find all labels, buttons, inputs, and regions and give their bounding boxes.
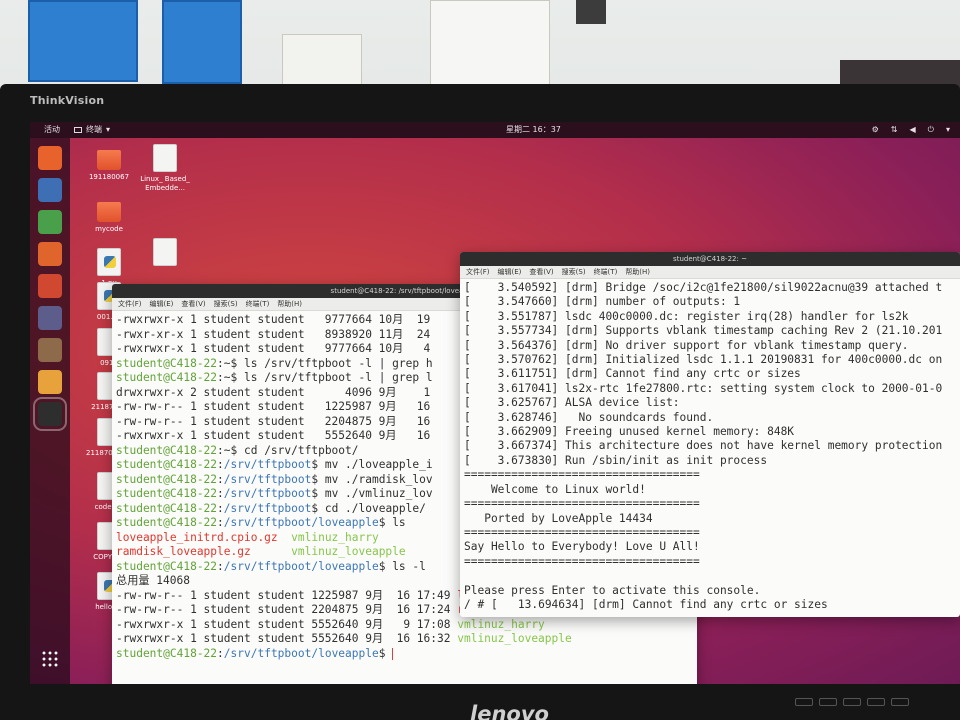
dock [30,138,70,684]
terminal-line: -rwxrwxr-x 1 student student 5552640 9月 … [116,632,572,645]
power-icon[interactable]: ⏻ [928,122,934,138]
desktop-icon-folder[interactable]: mycode [74,196,144,234]
monitor-buttons[interactable] [795,698,960,710]
terminal-titlebar[interactable]: student@C418-22: ~ [460,252,960,266]
terminal-line: [ 3.547660] [drm] number of outputs: 1 [464,295,741,309]
terminal-line: Welcome to Linux world! [464,482,646,496]
terminal-line: [ 3.557734] [drm] Supports vblank timest… [464,324,943,338]
app-menu-label: 终端 [86,125,102,134]
top-bar: 活动 终端 ▾ 星期二 16：37 ⚙ ⇅ ◀ ⏻ ▾ [30,122,960,138]
terminal-menu-item[interactable]: 终端(T) [594,266,618,278]
terminal-line: =================================== [464,497,700,511]
terminal-menu-item[interactable]: 帮助(H) [625,266,650,278]
system-monitor-icon[interactable] [38,306,62,330]
terminal-line: [ 3.551787] lsdc 400c0000.dc: register i… [464,309,909,323]
monitor-button[interactable] [891,698,909,706]
terminal-menu-item[interactable]: 帮助(H) [277,298,302,310]
accessibility-icon[interactable]: ⚙ [872,122,879,138]
terminal-line: student@C418-22:/srv/tftpboot/loveapple$ [116,646,394,660]
document-icon[interactable] [38,178,62,202]
terminal-line: Ported by LoveApple 14434 [464,511,653,525]
desktop-icon-label: Linux_ Based_ Embedde... [140,175,190,192]
terminal-small-icon [74,127,82,133]
settings-icon[interactable] [38,274,62,298]
wall-cabinet [282,34,362,86]
terminal-line: [ 3.570762] [drm] Initialized lsdc 1.1.1… [464,353,943,367]
monitor-brand-top: ThinkVision [30,94,105,107]
system-tray[interactable]: ⚙ ⇅ ◀ ⏻ ▾ [872,122,950,138]
terminal-menu-item[interactable]: 查看(V) [181,298,205,310]
desktop-screen: 活动 终端 ▾ 星期二 16：37 ⚙ ⇅ ◀ ⏻ ▾ 191180067 Lin… [30,122,960,684]
terminal-menu-item[interactable]: 编辑(E) [498,266,522,278]
terminal-line: [ 3.628746] No soundcards found. [464,410,714,424]
terminal-menu-item[interactable]: 文件(F) [466,266,490,278]
folder-icon [97,150,121,170]
terminal-line: [ 3.617041] ls2x-rtc 1fe27800.rtc: setti… [464,381,943,395]
desktop-icon-doc[interactable]: Linux_ Based_ Embedde... [130,144,200,193]
terminal-menu-item[interactable]: 查看(V) [529,266,553,278]
firefox-icon[interactable] [38,146,62,170]
terminal-line: =================================== [464,525,700,539]
wall-speaker [576,0,606,24]
software-center-icon[interactable] [38,242,62,266]
terminal-line: Say Hello to Everybody! Love U All! [464,540,700,554]
terminal-line: [ 3.611751] [drm] Cannot find any crtc o… [464,367,801,381]
terminal-line: [ 3.625767] ALSA device list: [464,396,680,410]
terminal-menubar: 文件(F) 编辑(E) 查看(V) 搜索(S) 终端(T) 帮助(H) [460,266,960,279]
terminal-menu-item[interactable]: 搜索(S) [214,298,238,310]
show-applications-icon[interactable] [41,650,59,668]
chevron-down-icon[interactable]: ▾ [946,122,950,138]
folder-icon [97,202,121,222]
file-icon [153,238,177,266]
network-icon[interactable]: ⇅ [891,122,898,138]
terminal-line: [ 3.540592] [drm] Bridge /soc/i2c@1fe218… [464,281,943,294]
text-cursor [392,647,394,660]
wall-poster [28,0,138,82]
monitor-brand-bottom: lenovo [470,702,549,720]
terminal-output[interactable]: [ 3.540592] [drm] Bridge /soc/i2c@1fe218… [460,279,960,612]
desktop-icon-label: mycode [95,225,123,233]
terminal-menu-item[interactable]: 搜索(S) [562,266,586,278]
monitor-button[interactable] [843,698,861,706]
monitor-button[interactable] [795,698,813,706]
activities-button[interactable]: 活动 [44,122,60,138]
terminal-line: [ 3.662909] Freeing unused kernel memory… [464,425,795,439]
terminal-menu-item[interactable]: 文件(F) [118,298,142,310]
terminal-line: =================================== [464,468,700,482]
files-icon[interactable] [38,338,62,362]
wall-pillar [430,0,550,90]
terminal-window-serial-console[interactable]: student@C418-22: ~ 文件(F) 编辑(E) 查看(V) 搜索(S) 终… [460,252,960,617]
terminal-icon[interactable] [33,397,67,431]
terminal-line: -rwxrwxr-x 1 student student 5552640 9月 … [116,617,545,631]
wall-poster [162,0,242,84]
python-file-icon [97,248,121,276]
monitor-button[interactable] [819,698,837,706]
terminal-line: =================================== [464,554,700,568]
terminal-line: / # [ 13.694634] [drm] Cannot find any c… [464,597,828,611]
app-menu[interactable]: 终端 ▾ [74,122,110,138]
clock[interactable]: 星期二 16：37 [506,122,561,138]
terminal-line: [ 3.673830] Run /sbin/init as init proce… [464,453,768,467]
monitor: ThinkVision lenovo 活动 终端 ▾ 星期二 16：37 ⚙ ⇅… [0,84,960,720]
terminal-menu-item[interactable]: 编辑(E) [150,298,174,310]
chevron-down-icon: ▾ [106,125,111,134]
monitor-button[interactable] [867,698,885,706]
spreadsheet-icon[interactable] [38,210,62,234]
terminal-line: [ 3.667374] This architecture does not h… [464,439,943,453]
volume-icon[interactable]: ◀ [910,122,916,138]
terminal-menu-item[interactable]: 终端(T) [246,298,270,310]
terminal-line: Please press Enter to activate this cons… [464,583,761,597]
terminal-line: [ 3.564376] [drm] No driver support for … [464,338,909,352]
notes-icon[interactable] [38,370,62,394]
file-icon [153,144,177,172]
